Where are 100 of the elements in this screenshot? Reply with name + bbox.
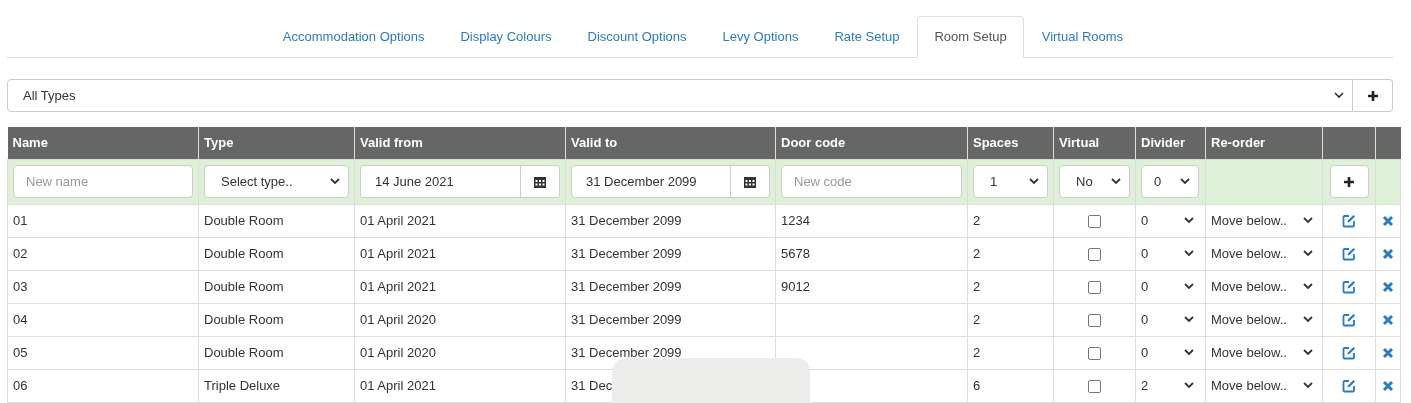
table-cell: Triple Deluxe: [204, 377, 281, 393]
chevron-down-icon: [1303, 349, 1313, 356]
chevron-down-icon: [1180, 178, 1190, 185]
table-cell: 01 April 2021: [360, 212, 436, 228]
table-cell: 5678: [781, 245, 810, 261]
table-cell: 9012: [781, 278, 810, 294]
virtual-checkbox[interactable]: [1088, 214, 1101, 228]
virtual-checkbox[interactable]: [1088, 313, 1101, 327]
tab[interactable]: Discount Options: [569, 16, 705, 58]
table-cell: 31 Dec: [571, 377, 613, 393]
delete-icon[interactable]: [1382, 215, 1394, 228]
column-header: Door code: [781, 135, 846, 150]
table-cell: 01 April 2021: [360, 377, 436, 393]
table-cell: Double Room: [204, 344, 284, 360]
table-cell: 6: [973, 377, 981, 393]
divider-select[interactable]: 0: [1141, 165, 1199, 198]
column-header: Type: [204, 135, 234, 150]
header-cell: [1375, 127, 1401, 159]
table-cell: 2: [973, 344, 981, 360]
table-cell: 2: [973, 311, 981, 327]
edit-icon[interactable]: [1342, 280, 1356, 295]
chevron-down-icon: [1184, 250, 1194, 257]
table-cell: 01 April 2021: [360, 278, 436, 294]
delete-icon[interactable]: [1382, 380, 1394, 393]
edit-icon[interactable]: [1342, 214, 1356, 229]
table-cell: 2: [973, 212, 981, 228]
tab[interactable]: Room Setup: [917, 16, 1024, 58]
chevron-down-icon: [1184, 316, 1194, 323]
virtual-checkbox[interactable]: [1088, 346, 1101, 360]
spaces-select[interactable]: 1: [973, 165, 1048, 198]
plus-icon: [1343, 175, 1355, 188]
column-header: Valid to: [571, 135, 618, 150]
chevron-down-icon: [330, 178, 340, 185]
add-room-button[interactable]: [1329, 165, 1369, 198]
table-cell: Double Room: [204, 245, 284, 261]
chevron-down-icon: [1184, 349, 1194, 356]
column-header: Spaces: [973, 135, 1019, 150]
type-filter-select[interactable]: All Types: [7, 79, 1353, 112]
column-header: Valid from: [360, 135, 423, 150]
table-cell: 01 April 2020: [360, 344, 436, 360]
table-cell: 31 December 2099: [571, 311, 682, 327]
table-cell: 01: [13, 212, 28, 228]
add-type-button[interactable]: [1353, 79, 1393, 112]
table-cell: 31 December 2099: [571, 212, 682, 228]
chevron-down-icon: [1029, 178, 1039, 185]
virtual-checkbox[interactable]: [1088, 247, 1101, 261]
edit-icon[interactable]: [1342, 379, 1356, 394]
table-cell: 2: [973, 278, 981, 294]
edit-icon[interactable]: [1342, 313, 1356, 328]
table-cell: 04: [13, 311, 28, 327]
chevron-down-icon: [1184, 283, 1194, 290]
tab[interactable]: Rate Setup: [816, 16, 918, 58]
table-cell: 03: [13, 278, 28, 294]
table-cell: 31 December 2099: [571, 245, 682, 261]
door-code-input-field[interactable]: New code: [781, 165, 962, 198]
chevron-down-icon: [1111, 178, 1121, 185]
tab[interactable]: Accommodation Options: [264, 16, 443, 58]
table-cell: 05: [13, 344, 28, 360]
edit-icon[interactable]: [1342, 247, 1356, 262]
chevron-down-icon: [1303, 382, 1313, 389]
calendar-icon[interactable]: [744, 175, 756, 188]
table-cell: Double Room: [204, 212, 284, 228]
name-input-field[interactable]: New name: [13, 165, 193, 198]
tab[interactable]: Display Colours: [442, 16, 570, 58]
chevron-down-icon: [1303, 217, 1313, 224]
filter-value: All Types: [23, 86, 76, 105]
calendar-icon[interactable]: [534, 175, 546, 188]
delete-icon[interactable]: [1382, 281, 1394, 294]
column-header: Name: [12, 135, 48, 150]
table-cell: 01 April 2021: [360, 245, 436, 261]
date-field[interactable]: 31 December 2099: [571, 165, 770, 198]
table-cell: 31 December 2099: [571, 344, 682, 360]
edit-icon[interactable]: [1342, 346, 1356, 361]
type-select[interactable]: Select type..: [204, 165, 349, 198]
table-cell: 06: [13, 377, 28, 393]
chevron-down-icon: [1303, 283, 1313, 290]
plus-icon: [1366, 89, 1379, 102]
virtual-checkbox[interactable]: [1088, 379, 1101, 393]
tab[interactable]: Virtual Rooms: [1023, 16, 1142, 58]
table-cell: 01 April 2020: [360, 311, 436, 327]
chevron-down-icon: [1184, 382, 1194, 389]
tab[interactable]: Levy Options: [704, 16, 817, 58]
chevron-down-icon: [1334, 92, 1344, 99]
column-header: Virtual: [1059, 135, 1100, 150]
chevron-down-icon: [1303, 316, 1313, 323]
table-cell: Double Room: [204, 311, 284, 327]
chevron-down-icon: [1303, 250, 1313, 257]
table-cell: 2: [973, 245, 981, 261]
table-cell: Double Room: [204, 278, 284, 294]
chevron-down-icon: [1184, 217, 1194, 224]
virtual-select[interactable]: No: [1059, 165, 1130, 198]
delete-icon[interactable]: [1382, 347, 1394, 360]
delete-icon[interactable]: [1382, 248, 1394, 261]
column-header: Re-order: [1211, 135, 1266, 150]
date-field[interactable]: 14 June 2021: [360, 165, 560, 198]
table-cell: 1234: [781, 212, 810, 228]
delete-icon[interactable]: [1382, 314, 1394, 327]
virtual-checkbox[interactable]: [1088, 280, 1101, 294]
column-header: Divider: [1141, 135, 1186, 150]
table-cell: 31 December 2099: [571, 278, 682, 294]
